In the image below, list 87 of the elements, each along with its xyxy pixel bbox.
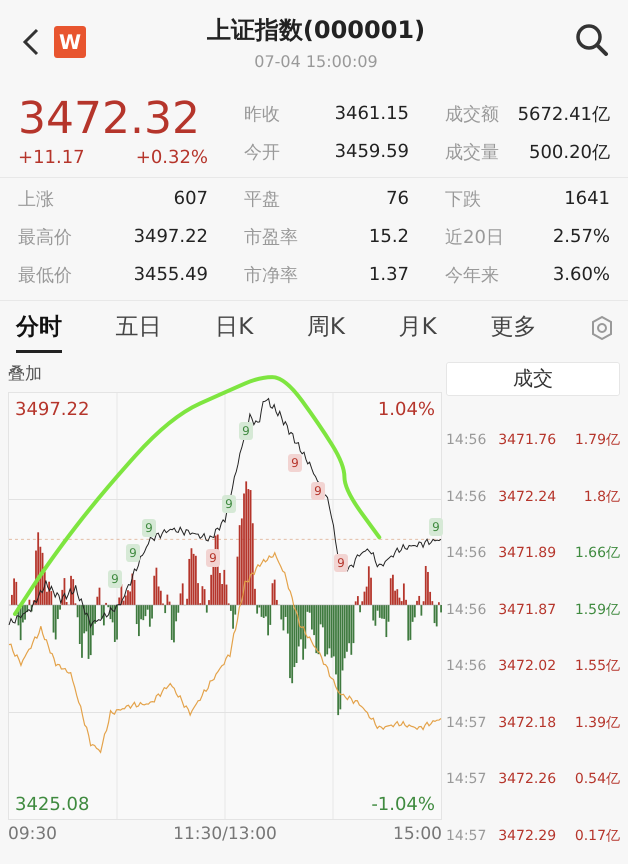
trade-price: 3471.87	[498, 602, 556, 618]
trade-time: 14:56	[446, 545, 486, 562]
trade-volume: 1.8亿	[582, 488, 620, 506]
settings-button[interactable]	[590, 315, 614, 342]
stat-value: 76	[386, 188, 409, 210]
trade-time: 14:56	[446, 432, 486, 448]
stat-value: 1641	[564, 188, 610, 210]
trade-volume: 1.79亿	[574, 431, 620, 450]
time-axis-label: 11:30/13:00	[173, 824, 277, 844]
stat-label: 下跌	[445, 188, 481, 211]
index-title: 上证指数(000001)	[206, 15, 426, 46]
trade-volume: 0.17亿	[574, 826, 620, 845]
trades-tab[interactable]: 成交	[446, 362, 620, 396]
trade-price: 3471.76	[498, 432, 556, 448]
stat-value: 500.20亿	[529, 140, 610, 164]
stat-value: 3.60%	[552, 264, 610, 286]
stat-value: 15.2	[368, 226, 409, 248]
stat-label: 成交额	[445, 102, 499, 126]
stat-label: 最低价	[18, 264, 72, 287]
stat-value: 607	[174, 188, 208, 210]
time-axis-label: 15:00	[393, 824, 442, 844]
signal-marker: 9	[206, 548, 220, 567]
trade-time: 14:56	[446, 602, 486, 618]
percent-change: +0.32%	[136, 146, 208, 168]
back-button[interactable]	[22, 27, 40, 57]
chart-tab[interactable]: 日K	[215, 303, 254, 354]
stat-label: 昨收	[244, 102, 280, 126]
trade-time: 14:57	[446, 714, 486, 731]
trade-time: 14:57	[446, 771, 486, 788]
stat-value: 5672.41亿	[518, 102, 610, 126]
signal-marker: 9	[288, 454, 302, 472]
stat-label: 上涨	[18, 188, 54, 211]
trade-price: 3471.89	[498, 545, 556, 562]
stat-label: 今开	[244, 140, 280, 164]
stat-label: 最高价	[18, 226, 72, 249]
stat-label: 近20日	[445, 226, 504, 249]
signal-marker: 9	[222, 494, 236, 513]
trade-price: 3472.29	[498, 828, 556, 844]
chart-tab[interactable]: 五日	[116, 303, 162, 354]
chart-tab[interactable]: 周K	[306, 303, 346, 354]
trade-volume: 0.54亿	[574, 770, 620, 788]
chart-tab[interactable]: 更多	[490, 303, 536, 354]
stat-label: 平盘	[244, 188, 280, 211]
stat-label: 市净率	[244, 264, 298, 287]
settings-icon	[590, 315, 614, 342]
trade-price: 3472.26	[498, 771, 556, 788]
high-price-label: 3497.22	[15, 398, 90, 420]
stat-value: 2.57%	[552, 226, 610, 248]
chart-tab[interactable]: 分时	[16, 303, 62, 354]
signal-marker: 9	[142, 518, 156, 537]
stat-label: 市盈率	[244, 226, 298, 249]
signal-marker: 9	[126, 544, 140, 562]
trade-volume: 1.66亿	[574, 544, 620, 562]
stat-value: 3455.49	[134, 264, 208, 286]
back-icon	[22, 27, 40, 57]
overlay-label[interactable]: 叠加	[8, 356, 442, 392]
current-price: 3472.32	[18, 92, 201, 146]
trade-time: 14:56	[446, 488, 486, 505]
trade-price: 3472.02	[498, 658, 556, 674]
trade-price: 3472.18	[498, 714, 556, 731]
stat-label: 成交量	[445, 140, 499, 164]
signal-marker: 9	[311, 482, 325, 500]
trade-price: 3472.24	[498, 488, 556, 505]
low-percent-label: -1.04%	[371, 794, 435, 815]
search-icon	[574, 22, 610, 58]
chart-tab[interactable]: 月K	[398, 303, 437, 354]
signal-marker: 9	[429, 518, 443, 536]
stat-value: 1.37	[368, 264, 409, 286]
low-price-label: 3425.08	[15, 794, 90, 815]
timestamp: 07-04 15:00:09	[254, 52, 378, 71]
high-percent-label: 1.04%	[378, 398, 435, 420]
stat-value: 3461.15	[334, 103, 409, 124]
trade-time: 14:56	[446, 658, 486, 674]
trade-time: 14:57	[446, 828, 486, 844]
signal-marker: 9	[108, 570, 122, 588]
trade-volume: 1.55亿	[574, 657, 620, 676]
time-axis-label: 09:30	[8, 824, 57, 844]
signal-marker: 9	[334, 554, 348, 572]
stat-label: 今年来	[445, 264, 499, 287]
trade-volume: 1.39亿	[574, 714, 620, 732]
price-change: +11.17	[18, 146, 85, 168]
stat-value: 3459.59	[334, 141, 409, 162]
stat-value: 3497.22	[134, 226, 208, 248]
signal-marker: 9	[239, 422, 253, 440]
trade-volume: 1.59亿	[574, 600, 620, 619]
app-badge: W	[54, 26, 86, 58]
search-button[interactable]	[574, 22, 610, 58]
